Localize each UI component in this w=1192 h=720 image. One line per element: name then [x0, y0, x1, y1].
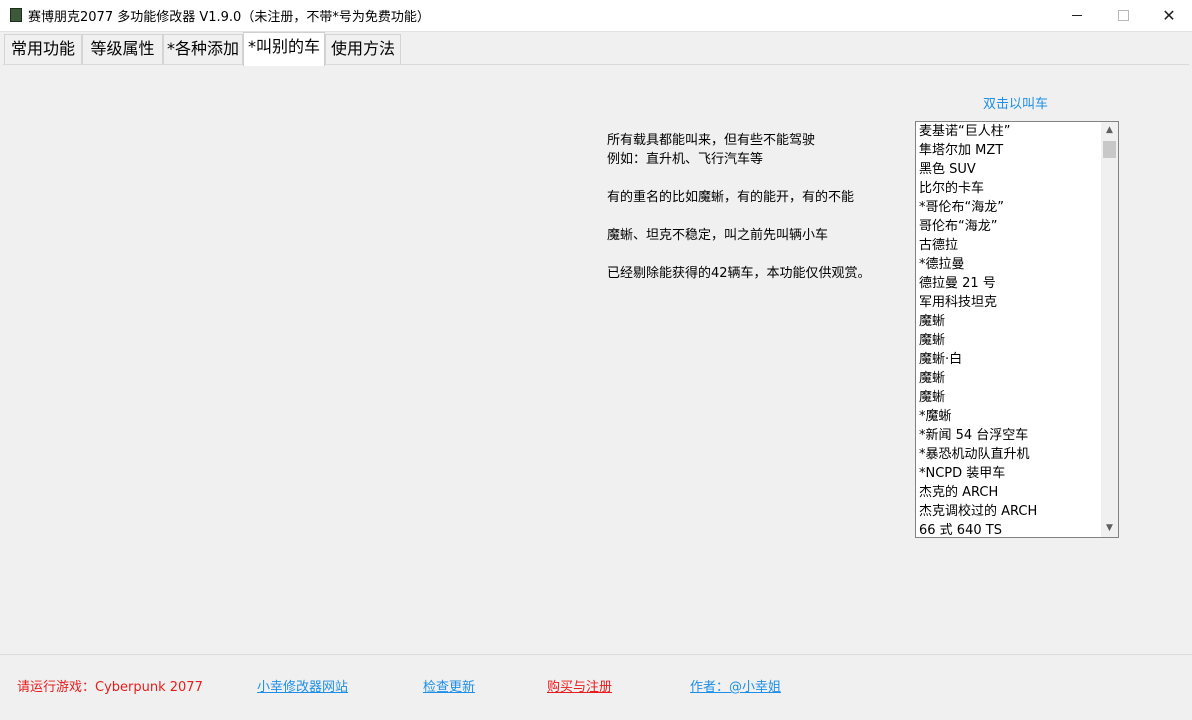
close-button[interactable]: ✕ [1146, 0, 1192, 31]
list-item[interactable]: 黑色 SUV [916, 160, 1101, 179]
list-item[interactable]: 魔蜥 [916, 312, 1101, 331]
footer-divider [0, 654, 1192, 655]
buy-register-link[interactable]: 购买与注册 [547, 676, 612, 695]
list-item[interactable]: 麦基诺“巨人柱” [916, 122, 1101, 141]
tab-level-attributes[interactable]: 等级属性 [82, 34, 163, 64]
info-line-4: 魔蜥、坦克不稳定，叫之前先叫辆小车 [607, 228, 829, 243]
scroll-up-arrow-icon[interactable]: ▲ [1101, 122, 1118, 139]
list-item[interactable]: 魔蜥 [916, 369, 1101, 388]
list-item[interactable]: 魔蜥 [916, 331, 1101, 350]
scroll-down-arrow-icon[interactable]: ▼ [1101, 520, 1118, 537]
maximize-icon [1117, 10, 1129, 21]
info-line-2: 例如：直升机、飞行汽车等 [607, 152, 764, 167]
list-item[interactable]: *NCPD 装甲车 [916, 464, 1101, 483]
app-icon [10, 8, 22, 22]
vehicle-listbox[interactable]: 麦基诺“巨人柱” 隼塔尔加 MZT 黑色 SUV 比尔的卡车 *哥伦布“海龙” … [915, 121, 1119, 538]
tab-usage-guide[interactable]: 使用方法 [325, 34, 401, 64]
info-line-5: 已经剔除能获得的42辆车，本功能仅供观赏。 [607, 266, 871, 281]
check-update-link[interactable]: 检查更新 [423, 676, 475, 695]
title-bar: 赛博朋克2077 多功能修改器 V1.9.0（未注册，不带*号为免费功能） ✕ [0, 0, 1192, 32]
list-item[interactable]: 魔蜥·白 [916, 350, 1101, 369]
tab-common-functions[interactable]: 常用功能 [4, 34, 82, 64]
list-item[interactable]: *哥伦布“海龙” [916, 198, 1101, 217]
list-item[interactable]: 军用科技坦克 [916, 293, 1101, 312]
scrollbar-thumb[interactable] [1103, 141, 1116, 158]
tab-add-items[interactable]: *各种添加 [163, 34, 243, 64]
list-item[interactable]: 哥伦布“海龙” [916, 217, 1101, 236]
list-item[interactable]: *魔蜥 [916, 407, 1101, 426]
game-status-text: 请运行游戏：Cyberpunk 2077 [17, 680, 203, 695]
list-item[interactable]: *德拉曼 [916, 255, 1101, 274]
list-item[interactable]: 隼塔尔加 MZT [916, 141, 1101, 160]
list-item[interactable]: 古德拉 [916, 236, 1101, 255]
close-icon: ✕ [1162, 6, 1176, 25]
list-scrollbar[interactable]: ▲ ▼ [1101, 122, 1118, 537]
tab-summon-vehicles[interactable]: *叫别的车 [243, 32, 325, 66]
vehicle-list-items: 麦基诺“巨人柱” 隼塔尔加 MZT 黑色 SUV 比尔的卡车 *哥伦布“海龙” … [916, 122, 1101, 537]
minimize-icon [1072, 15, 1082, 16]
maximize-button[interactable] [1100, 0, 1146, 31]
list-item[interactable]: 66 式 640 TS [916, 521, 1101, 537]
info-line-3: 有的重名的比如魔蜥，有的能开，有的不能 [607, 190, 855, 205]
author-link[interactable]: 作者：@小幸姐 [690, 676, 781, 695]
minimize-button[interactable] [1054, 0, 1100, 31]
list-item[interactable]: 杰克的 ARCH [916, 483, 1101, 502]
list-item[interactable]: 魔蜥 [916, 388, 1101, 407]
window-title: 赛博朋克2077 多功能修改器 V1.9.0（未注册，不带*号为免费功能） [28, 10, 430, 25]
list-item[interactable]: 德拉曼 21 号 [916, 274, 1101, 293]
list-item[interactable]: 比尔的卡车 [916, 179, 1101, 198]
double-click-hint: 双击以叫车 [983, 97, 1049, 112]
list-item[interactable]: *新闻 54 台浮空车 [916, 426, 1101, 445]
website-link[interactable]: 小幸修改器网站 [257, 676, 348, 695]
list-item[interactable]: 杰克调校过的 ARCH [916, 502, 1101, 521]
info-line-1: 所有载具都能叫来，但有些不能驾驶 [607, 133, 816, 148]
list-item[interactable]: *暴恐机动队直升机 [916, 445, 1101, 464]
